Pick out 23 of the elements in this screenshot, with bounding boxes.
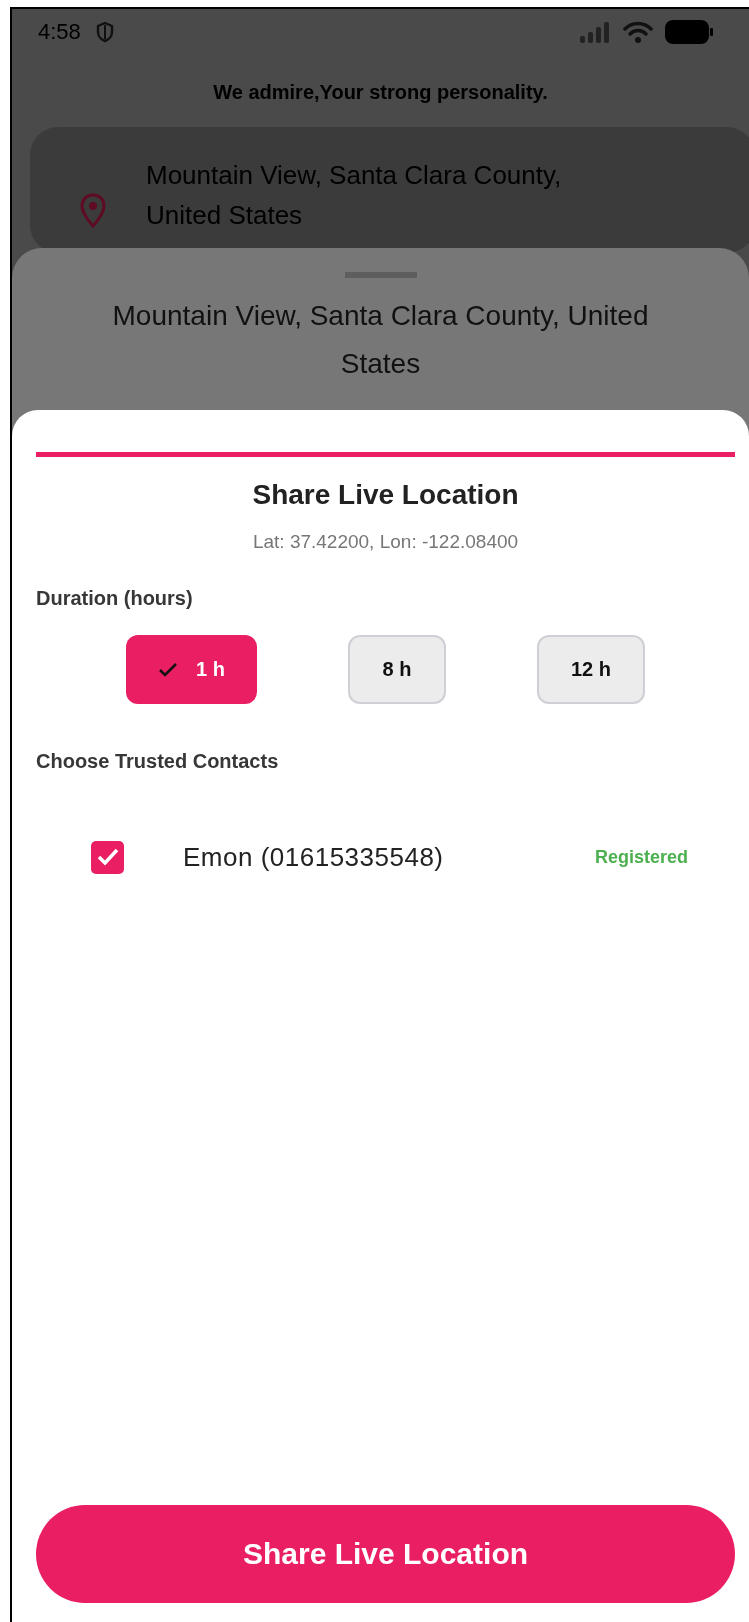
duration-chip[interactable]: 8 h (348, 635, 446, 704)
status-time: 4:58 (38, 19, 81, 45)
sheet-title: Share Live Location (251, 479, 520, 511)
contact-status: Registered (594, 846, 688, 868)
contact-name: Emon (01615335548) (183, 841, 445, 873)
wifi-icon (623, 21, 653, 43)
location-address: Mountain View, Santa Clara County, United States (146, 159, 563, 232)
location-pin-icon (80, 193, 106, 229)
header-text: We admire,Your strong personality. (212, 81, 549, 105)
check-icon (158, 661, 179, 678)
duration-chip[interactable]: 12 h (537, 635, 645, 704)
check-icon (95, 847, 120, 867)
shield-icon (94, 21, 115, 43)
signal-icon (579, 21, 611, 43)
background-sheet-title: Mountain View, Santa Clara County, United States (111, 299, 650, 381)
drag-handle[interactable] (344, 272, 417, 278)
duration-label: Duration (hours) (36, 587, 194, 610)
duration-chip[interactable]: 1 h (126, 635, 257, 704)
battery-icon (665, 20, 713, 44)
contacts-label: Choose Trusted Contacts (36, 750, 280, 773)
checkbox[interactable] (91, 840, 124, 874)
coordinates-text: Lat: 37.42200, Lon: -122.08400 (251, 531, 520, 553)
share-button[interactable]: Share Live Location (36, 1505, 735, 1603)
